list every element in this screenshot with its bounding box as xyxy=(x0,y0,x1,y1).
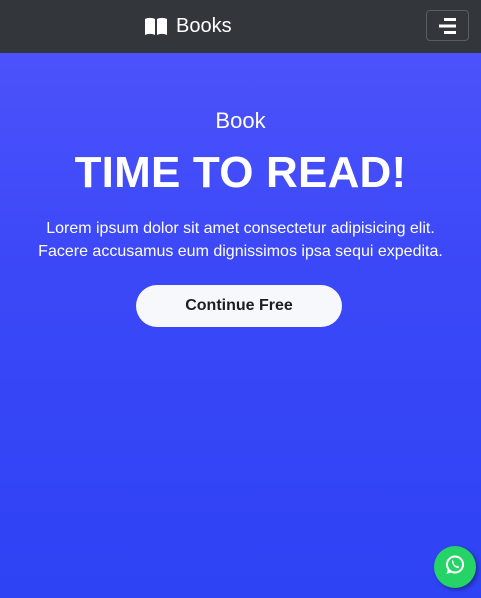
hero-description: Lorem ipsum dolor sit amet consectetur a… xyxy=(0,217,481,263)
navbar: Books xyxy=(0,0,481,53)
brand-link[interactable]: Books xyxy=(144,13,232,39)
hero-eyebrow: Book xyxy=(215,108,266,133)
hero-headline: TIME TO READ! xyxy=(74,148,407,197)
whatsapp-chat-button[interactable] xyxy=(434,546,476,588)
continue-free-button[interactable]: Continue Free xyxy=(136,285,342,327)
whatsapp-icon xyxy=(443,553,467,582)
hero-section: Book TIME TO READ! Lorem ipsum dolor sit… xyxy=(0,53,481,598)
menu-toggle-button[interactable] xyxy=(426,10,469,41)
hero-description-line-1: Lorem ipsum dolor sit amet consectetur a… xyxy=(46,220,435,237)
hero-description-line-2: Facere accusamus eum dignissimos ipsa se… xyxy=(38,243,443,260)
open-book-icon xyxy=(144,16,168,36)
brand-label: Books xyxy=(176,15,232,37)
